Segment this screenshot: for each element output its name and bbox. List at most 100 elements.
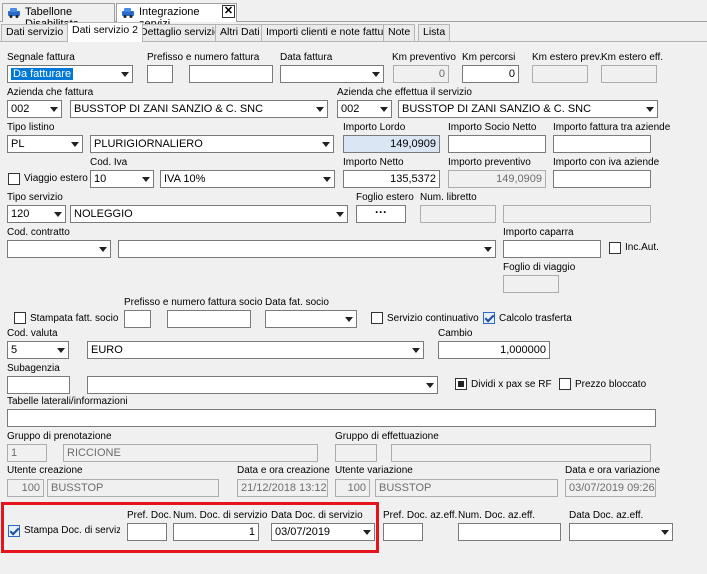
- km-percorsi-input[interactable]: 0: [462, 65, 519, 83]
- window-tab-integrazione[interactable]: Integrazione servizi: [116, 3, 237, 30]
- tab-dettaglio-servizio[interactable]: Dettaglio servizio: [135, 24, 225, 41]
- importo-con-iva-input[interactable]: [553, 170, 651, 188]
- tipo-listino-code: PL: [11, 138, 25, 150]
- importo-socio-netto-input[interactable]: [448, 135, 546, 153]
- cod-valuta-name-select[interactable]: EURO: [87, 341, 424, 359]
- data-doc-az-eff-select[interactable]: [569, 523, 673, 541]
- azienda-effettua-code-select[interactable]: 002: [337, 100, 392, 118]
- tab-lista[interactable]: Lista: [418, 24, 451, 41]
- inc-aut-label: Inc.Aut.: [625, 242, 659, 253]
- chevron-down-icon: [372, 72, 380, 77]
- importo-caparra-input[interactable]: [503, 240, 601, 258]
- chevron-down-icon: [99, 247, 107, 252]
- cod-contratto-label: Cod. contratto: [7, 227, 70, 238]
- gruppo-effettuazione-name: [391, 444, 651, 462]
- subagenzia-label: Subagenzia: [7, 363, 60, 374]
- prezzo-bloccato-checkbox[interactable]: [559, 378, 571, 390]
- azienda-fattura-label: Azienda che fattura: [7, 87, 94, 98]
- importo-lordo-input[interactable]: 149,0909: [343, 135, 440, 153]
- tabelle-laterali-input[interactable]: [7, 409, 656, 427]
- chevron-down-icon: [71, 142, 79, 147]
- km-estero-eff-label: Km estero eff.: [601, 52, 664, 63]
- chevron-down-icon: [426, 383, 434, 388]
- cod-valuta-code: 5: [11, 344, 18, 356]
- servizio-continuativo-label: Servizio continuativo: [387, 313, 479, 324]
- utente-variazione-code: 100: [335, 479, 370, 497]
- cambio-label: Cambio: [438, 328, 473, 339]
- gruppo-prenotazione-name: RICCIONE: [63, 444, 318, 462]
- pref-doc-az-eff-input[interactable]: [383, 523, 423, 541]
- tab-dati-servizio-1[interactable]: Dati servizio 1: [1, 24, 77, 41]
- foglio-viaggio-label: Foglio di viaggio: [503, 262, 576, 273]
- viaggio-estero-checkbox[interactable]: [8, 173, 20, 185]
- close-tab-button[interactable]: ✕: [222, 5, 235, 18]
- data-fat-socio-select[interactable]: [265, 310, 357, 328]
- azienda-effettua-name-select[interactable]: BUSSTOP DI ZANI SANZIO & C. SNC: [398, 100, 658, 118]
- prefisso-fattura-socio-input[interactable]: [124, 310, 151, 328]
- prefisso-fattura-input[interactable]: [147, 65, 173, 83]
- data-fattura-select[interactable]: [280, 65, 384, 83]
- servizio-continuativo-checkbox[interactable]: [371, 312, 383, 324]
- tipo-servizio-name-select[interactable]: NOLEGGIO: [70, 205, 348, 223]
- azienda-effettua-code: 002: [341, 103, 360, 115]
- cod-iva-name-select[interactable]: IVA 10%: [160, 170, 335, 188]
- numero-fattura-input[interactable]: [189, 65, 273, 83]
- cod-contratto-name-select[interactable]: [118, 240, 496, 258]
- tipo-listino-name-select[interactable]: PLURIGIORNALIERO: [90, 135, 334, 153]
- highlight-box: [1, 502, 379, 553]
- cod-contratto-code-select[interactable]: [7, 240, 111, 258]
- tipo-servizio-code-select[interactable]: 120: [7, 205, 66, 223]
- importo-netto-label: Importo Netto: [343, 157, 404, 168]
- chevron-down-icon: [484, 247, 492, 252]
- importo-netto-input[interactable]: 135,5372: [343, 170, 440, 188]
- importo-socio-netto-label: Importo Socio Netto: [448, 122, 537, 133]
- km-estero-prev-label: Km estero prev.: [532, 52, 602, 63]
- cod-iva-label: Cod. Iva: [90, 157, 128, 168]
- cod-iva-name: IVA 10%: [164, 173, 206, 185]
- importo-fattura-aziende-input[interactable]: [553, 135, 651, 153]
- dividi-pax-checkbox[interactable]: [455, 378, 467, 390]
- segnale-fattura-select[interactable]: Da fatturare: [7, 65, 133, 83]
- num-libretto-input: [420, 205, 496, 223]
- prefisso-numero-fattura-label: Prefisso e numero fattura: [147, 52, 260, 63]
- stampata-fatt-socio-checkbox[interactable]: [14, 312, 26, 324]
- tab-dati-servizio-2[interactable]: Dati servizio 2: [67, 22, 143, 42]
- tipo-listino-label: Tipo listino: [7, 122, 55, 133]
- tipo-servizio-name: NOLEGGIO: [74, 208, 133, 220]
- tipo-listino-code-select[interactable]: PL: [7, 135, 83, 153]
- window-tab-tabellone[interactable]: Tabellone Disabilitato: [2, 3, 115, 30]
- importo-lordo-label: Importo Lordo: [343, 122, 406, 133]
- importo-caparra-label: Importo caparra: [503, 227, 574, 238]
- chevron-down-icon: [336, 212, 344, 217]
- stampata-fatt-socio-label: Stampata fatt. socio: [30, 313, 119, 324]
- cod-iva-code: 10: [94, 173, 107, 185]
- chevron-down-icon: [412, 348, 420, 353]
- foglio-estero-browse-button[interactable]: ···: [356, 205, 406, 223]
- num-doc-az-eff-label: Num. Doc. az.eff.: [458, 510, 536, 521]
- chevron-down-icon: [121, 72, 129, 77]
- dividi-pax-label: Dividi x pax se RF: [471, 379, 552, 390]
- chevron-down-icon: [322, 142, 330, 147]
- cod-valuta-code-select[interactable]: 5: [7, 341, 69, 359]
- tab-note[interactable]: Note: [383, 24, 416, 41]
- inc-aut-checkbox[interactable]: [609, 242, 621, 254]
- importo-preventivo-label: Importo preventivo: [448, 157, 531, 168]
- num-doc-az-eff-input[interactable]: [458, 523, 561, 541]
- calcolo-trasferta-checkbox[interactable]: [483, 312, 495, 324]
- cambio-input[interactable]: 1,000000: [438, 341, 550, 359]
- cod-valuta-name: EURO: [91, 344, 123, 356]
- tab-importi-clienti[interactable]: Importi clienti e note fattura: [261, 24, 398, 41]
- subagenzia-code-input[interactable]: [7, 376, 70, 394]
- azienda-fattura-name-select[interactable]: BUSSTOP DI ZANI SANZIO & C. SNC: [70, 100, 328, 118]
- tab-altri-dati[interactable]: Altri Dati: [215, 24, 265, 41]
- utente-variazione-label: Utente variazione: [335, 465, 413, 476]
- segnale-fattura-label: Segnale fattura: [7, 52, 75, 63]
- azienda-fattura-code-select[interactable]: 002: [7, 100, 62, 118]
- numero-fattura-socio-input[interactable]: [167, 310, 251, 328]
- subagenzia-name-select[interactable]: [87, 376, 438, 394]
- data-doc-az-eff-label: Data Doc. az.eff.: [569, 510, 644, 521]
- km-estero-eff-input: [601, 65, 657, 83]
- car-icon: [122, 8, 134, 18]
- tipo-servizio-label: Tipo servizio: [7, 192, 63, 203]
- cod-iva-code-select[interactable]: 10: [90, 170, 154, 188]
